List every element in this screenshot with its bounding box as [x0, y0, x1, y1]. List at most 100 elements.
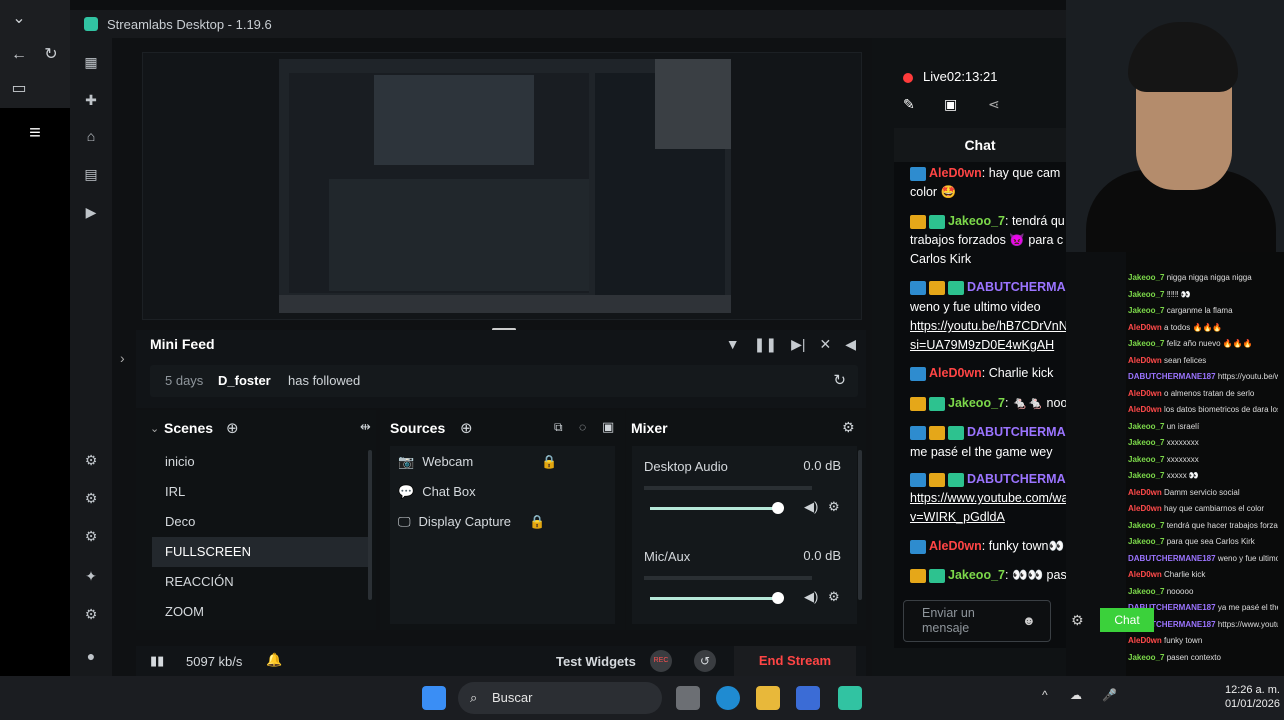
speaker-icon[interactable]: ◀): [804, 589, 818, 605]
stream-preview[interactable]: [142, 52, 862, 320]
windows-start-icon[interactable]: [422, 686, 446, 710]
share-icon[interactable]: ⋖: [988, 96, 1000, 113]
chat-input[interactable]: Enviar un mensaje ☻: [903, 600, 1051, 642]
tray-icon[interactable]: ☁: [1070, 688, 1082, 702]
chat-link[interactable]: v=WIRK_pGdldA: [910, 508, 1066, 527]
app-icon-1[interactable]: ⚙: [83, 452, 99, 468]
lock-icon[interactable]: 🔒: [529, 507, 545, 537]
chat-send-button[interactable]: Chat: [1100, 608, 1154, 632]
app-icon-2[interactable]: ⚙: [83, 490, 99, 506]
source-item[interactable]: 💬 Chat Box: [398, 477, 476, 507]
skip-icon[interactable]: ▶|: [791, 336, 805, 353]
live-label: Live: [923, 69, 947, 84]
chevron-down-icon[interactable]: ⌄: [150, 422, 159, 435]
store-icon[interactable]: [796, 686, 820, 710]
hide-icon[interactable]: ◌: [579, 420, 586, 434]
scene-item[interactable]: ZOOM: [152, 597, 368, 627]
settings-gear-icon[interactable]: ⚙: [83, 606, 99, 622]
transition-icon[interactable]: ⇹: [360, 419, 371, 435]
dashboard-icon[interactable]: ▤: [83, 166, 99, 182]
volume-slider[interactable]: [650, 507, 778, 510]
sparkle-icon[interactable]: ✦: [83, 568, 99, 584]
store-icon[interactable]: ⌂: [83, 128, 99, 144]
prime-badge-icon: [910, 366, 926, 381]
chat-link[interactable]: https://youtu.be/hB7CDrVnNCs?: [910, 317, 1066, 336]
overlay-text: para que sea Carlos Kirk: [1166, 537, 1255, 546]
file-explorer-icon[interactable]: [756, 686, 780, 710]
app-icon[interactable]: [676, 686, 700, 710]
edge-browser-icon[interactable]: [716, 686, 740, 710]
chat-user[interactable]: Jakeoo_7: [948, 214, 1005, 228]
scene-item[interactable]: Deco: [152, 507, 368, 537]
chat-user[interactable]: DABUTCHERMANE187: [967, 472, 1066, 486]
chat-user[interactable]: DABUTCHERMANE187: [967, 425, 1066, 439]
rec-button[interactable]: REC: [650, 650, 672, 672]
themes-icon[interactable]: ✚: [83, 92, 99, 108]
pause-icon[interactable]: ❚❚: [754, 336, 777, 353]
scenes-scrollbar[interactable]: [368, 450, 372, 600]
scene-item[interactable]: REACCIÓN: [152, 567, 368, 597]
tab-icon[interactable]: ▭: [10, 80, 28, 98]
editor-icon[interactable]: ▦: [83, 54, 99, 70]
mic-icon[interactable]: 🎤: [1102, 688, 1117, 702]
chevron-up-icon[interactable]: ^: [1042, 688, 1048, 702]
clock-date: 01/01/2026: [1224, 698, 1280, 710]
add-group-icon[interactable]: ⧉: [554, 420, 563, 435]
mixer-settings-icon[interactable]: ⚙: [842, 419, 855, 436]
folder-icon[interactable]: ▣: [602, 419, 614, 435]
profile-icon[interactable]: ●: [83, 648, 99, 664]
taskbar-search[interactable]: ⌕ Buscar: [458, 682, 662, 714]
browser-sidebar: ⌄ ← ↻ ▭ ≡: [0, 0, 70, 676]
chat-user[interactable]: Jakeoo_7: [948, 396, 1005, 410]
edit-icon[interactable]: ✎: [903, 96, 915, 113]
mute-alerts-icon[interactable]: ✕: [819, 336, 831, 353]
volume-icon[interactable]: ◀: [845, 336, 856, 353]
performance-icon[interactable]: ▮▮: [150, 653, 164, 669]
chat-link[interactable]: https://www.youtube.com/watch?: [910, 489, 1066, 508]
emoji-icon[interactable]: ☻: [1022, 613, 1036, 628]
source-item[interactable]: 📷 Webcam 🔒: [398, 447, 557, 477]
camera-icon[interactable]: ▣: [944, 96, 957, 113]
replay-buffer-icon[interactable]: ↺: [694, 650, 716, 672]
chat-settings-icon[interactable]: ⚙: [1071, 612, 1084, 629]
streamlabs-taskbar-icon[interactable]: [838, 686, 862, 710]
volume-knob[interactable]: [772, 592, 784, 604]
channel-settings-icon[interactable]: ⚙: [828, 589, 840, 605]
source-label: Chat Box: [422, 484, 476, 499]
chat-link[interactable]: si=UA79M9zD0E4wKgAH: [910, 336, 1066, 355]
feed-event[interactable]: 5 days D_foster has followed ↻: [150, 365, 858, 397]
play-icon[interactable]: ▶: [83, 204, 99, 220]
speaker-icon[interactable]: ◀): [804, 499, 818, 515]
lock-icon[interactable]: 🔒: [541, 447, 557, 477]
chat-user[interactable]: AleD0wn: [929, 366, 982, 380]
add-source-icon[interactable]: ⊕: [460, 419, 473, 437]
app-icon-3[interactable]: ⚙: [83, 528, 99, 544]
chat-user[interactable]: AleD0wn: [929, 539, 982, 553]
overlay-text: https://youtu.be/wFZjn5Pg007: [1217, 372, 1278, 381]
volume-knob[interactable]: [772, 502, 784, 514]
volume-meter: [644, 576, 812, 580]
add-scene-icon[interactable]: ⊕: [226, 419, 239, 437]
scene-item[interactable]: IRL: [152, 477, 368, 507]
scene-item[interactable]: inicio: [152, 447, 368, 477]
chat-user[interactable]: Jakeoo_7: [948, 568, 1005, 582]
repeat-alert-icon[interactable]: ↻: [833, 371, 846, 389]
test-widgets-button[interactable]: Test Widgets: [556, 654, 636, 669]
channel-settings-icon[interactable]: ⚙: [828, 499, 840, 515]
hamburger-menu-icon[interactable]: ≡: [26, 123, 44, 143]
scene-item-active[interactable]: FULLSCREEN: [152, 537, 368, 567]
chat-user[interactable]: AleD0wn: [929, 166, 982, 180]
source-item[interactable]: 🖵 Display Capture 🔒: [398, 507, 545, 537]
chevron-down-icon[interactable]: ⌄: [10, 10, 28, 28]
reload-icon[interactable]: ↻: [42, 46, 60, 64]
end-stream-button[interactable]: End Stream: [734, 646, 856, 676]
chat-message: Jakeoo_7: 👀👀 pasen contexto: [910, 566, 1066, 585]
volume-slider[interactable]: [650, 597, 778, 600]
mixer-channel: Mic/Aux 0.0 dB ◀) ⚙: [644, 548, 859, 604]
mixer-scrollbar[interactable]: [858, 450, 862, 600]
back-arrow-icon[interactable]: ←: [10, 46, 28, 64]
notification-bell-icon[interactable]: 🔔: [266, 652, 282, 668]
collapse-left-icon[interactable]: ›: [120, 350, 125, 366]
chat-user[interactable]: DABUTCHERMANE187: [967, 280, 1066, 294]
filter-icon[interactable]: ▼: [726, 336, 740, 353]
